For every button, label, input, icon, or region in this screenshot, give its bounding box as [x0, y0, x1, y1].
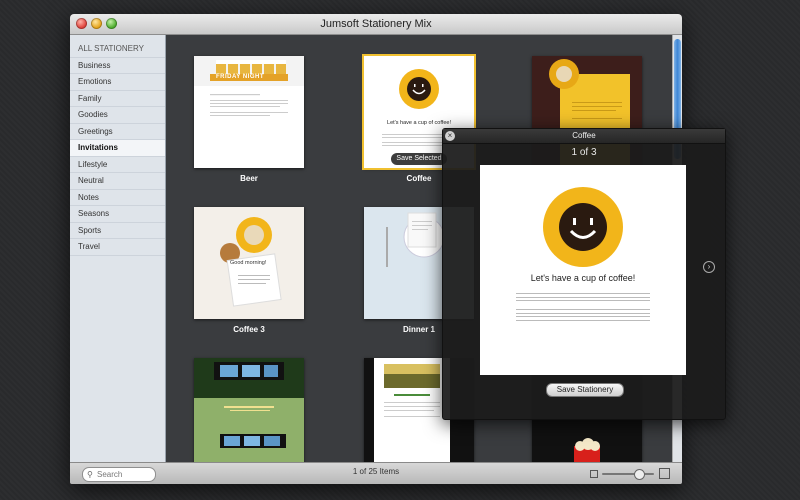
thumbnail-beer[interactable]: FRIDAY NIGHT [194, 56, 304, 168]
beer-preview-title: FRIDAY NIGHT [216, 74, 265, 80]
popup-title-bar: Coffee [443, 129, 725, 144]
sidebar-item-invitations[interactable]: Invitations [70, 140, 165, 157]
popup-page-lines-2 [516, 309, 650, 323]
popup-page-title: Let's have a cup of coffee! [530, 273, 636, 283]
sidebar-item-seasons[interactable]: Seasons [70, 206, 165, 223]
next-arrow-icon[interactable]: › [703, 261, 715, 273]
popup-page-lines-1 [516, 293, 650, 304]
title-bar: Jumsoft Stationery Mix [70, 14, 682, 35]
sidebar-item-notes[interactable]: Notes [70, 190, 165, 206]
popup-preview-page: Let's have a cup of coffee! [480, 165, 686, 375]
sidebar-item-travel[interactable]: Travel [70, 239, 165, 256]
coffee-cup-icon [543, 187, 623, 267]
thumbnail-film[interactable] [194, 358, 304, 463]
sidebar-item-lifestyle[interactable]: Lifestyle [70, 157, 165, 173]
coffee-preview-title: Let's have a cup of coffee! [387, 120, 451, 126]
zoom-track[interactable] [602, 473, 654, 475]
popup-title: Coffee [572, 131, 596, 140]
zoom-large-icon [659, 468, 670, 479]
window-title: Jumsoft Stationery Mix [320, 18, 432, 30]
minimize-icon[interactable] [91, 18, 102, 29]
sidebar-item-emotions[interactable]: Emotions [70, 74, 165, 91]
save-stationery-button[interactable]: Save Stationery [546, 383, 624, 397]
film-preview [194, 358, 304, 448]
thumbnail-label-beer: Beer [240, 174, 258, 183]
maximize-icon[interactable] [106, 18, 117, 29]
close-icon[interactable] [76, 18, 87, 29]
bottom-bar: ⚲ Search 1 of 25 Items [70, 462, 682, 484]
popup-close-icon[interactable]: × [445, 131, 455, 141]
beer-preview [194, 56, 304, 116]
sidebar: ALL STATIONERY Business Emotions Family … [70, 35, 166, 463]
save-selected-button[interactable]: Save Selected [391, 153, 447, 165]
coffee-3-preview-title: Good morning! [230, 260, 267, 266]
sidebar-item-business[interactable]: Business [70, 58, 165, 74]
sidebar-item-neutral[interactable]: Neutral [70, 173, 165, 190]
sidebar-item-goodies[interactable]: Goodies [70, 107, 165, 124]
thumbnail-label-coffee-3: Coffee 3 [233, 325, 265, 334]
popup-pager: 1 of 3 [571, 147, 597, 158]
sidebar-item-greetings[interactable]: Greetings [70, 124, 165, 140]
sidebar-item-family[interactable]: Family [70, 91, 165, 107]
zoom-slider[interactable] [590, 467, 670, 480]
zoom-knob[interactable] [634, 469, 645, 480]
sidebar-item-sports[interactable]: Sports [70, 223, 165, 239]
thumbnail-coffee-3[interactable]: Good morning! [194, 207, 304, 319]
window-controls [76, 18, 117, 29]
zoom-small-icon [590, 470, 598, 478]
preview-popup: Coffee × 1 of 3 Let's have a cup of coff… [442, 128, 726, 420]
sidebar-header-all-stationery[interactable]: ALL STATIONERY [70, 41, 165, 58]
